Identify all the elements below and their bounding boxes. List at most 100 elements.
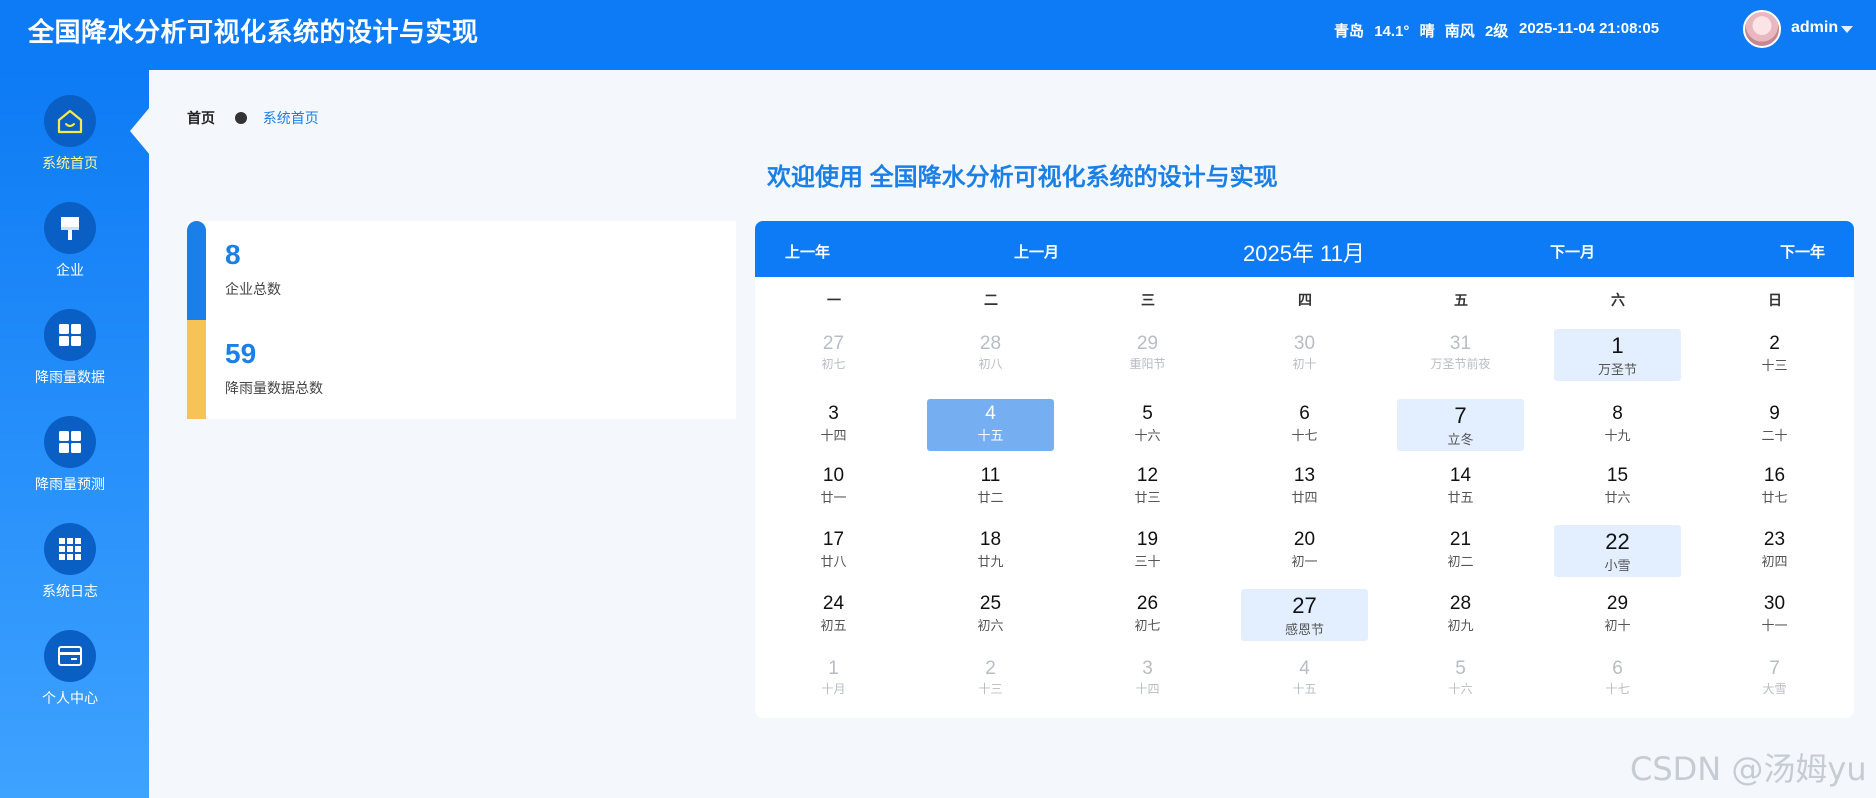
stat-accent-bar xyxy=(187,320,206,419)
day-number: 3 xyxy=(1142,658,1153,679)
day-lunar-label: 十七 xyxy=(1291,428,1318,443)
sidebar-item-rainfall-forecast[interactable]: 降雨量预测 xyxy=(0,416,140,494)
calendar-day[interactable]: 9 二十 xyxy=(1711,399,1838,451)
app-title: 全国降水分析可视化系统的设计与实现 xyxy=(28,17,479,47)
weekday-header: 三 xyxy=(1141,292,1155,308)
calendar-day-holiday[interactable]: 1 万圣节 xyxy=(1554,329,1681,381)
calendar-day[interactable]: 30 初十 xyxy=(1241,329,1368,381)
calendar-day[interactable]: 13 廿四 xyxy=(1241,461,1368,513)
day-number: 14 xyxy=(1449,465,1472,486)
day-lunar-label: 十三 xyxy=(1761,358,1788,373)
sidebar-item-label: 企业 xyxy=(56,262,84,278)
calendar-day[interactable]: 8 十九 xyxy=(1554,399,1681,451)
calendar-day[interactable]: 19 三十 xyxy=(1084,525,1211,577)
day-number: 16 xyxy=(1763,465,1786,486)
sidebar-item-home[interactable]: 系统首页 xyxy=(0,95,140,173)
calendar-day[interactable]: 11 廿二 xyxy=(927,461,1054,513)
day-lunar-label: 初一 xyxy=(1291,554,1318,569)
day-lunar-label: 廿八 xyxy=(820,554,847,569)
prev-month-button[interactable]: 上一月 xyxy=(1014,241,1059,262)
rainfall-count: 59 xyxy=(225,338,257,369)
caret-down-icon[interactable] xyxy=(1841,26,1853,33)
next-month-button[interactable]: 下一月 xyxy=(1550,241,1595,262)
next-year-button[interactable]: 下一年 xyxy=(1780,241,1825,262)
calendar-header: 上一年 上一月 2025年 11月 下一月 下一年 xyxy=(755,221,1854,277)
calendar-day[interactable]: 28 初九 xyxy=(1397,589,1524,641)
calendar-day[interactable]: 3 十四 xyxy=(770,399,897,451)
calendar-day[interactable]: 2 十三 xyxy=(1711,329,1838,381)
calendar-day[interactable]: 26 初七 xyxy=(1084,589,1211,641)
calendar-day[interactable]: 15 廿六 xyxy=(1554,461,1681,513)
day-lunar-label: 十月 xyxy=(821,682,846,696)
day-lunar-label: 廿三 xyxy=(1134,490,1161,505)
calendar-day[interactable]: 27 初七 xyxy=(770,329,897,381)
sidebar-item-enterprise[interactable]: 企业 xyxy=(0,202,140,280)
day-lunar-label: 十五 xyxy=(977,428,1004,443)
calendar-day[interactable]: 23 初四 xyxy=(1711,525,1838,577)
calendar-day[interactable]: 18 廿九 xyxy=(927,525,1054,577)
calendar-day[interactable]: 5 十六 xyxy=(1084,399,1211,451)
calendar-day-holiday[interactable]: 22 小雪 xyxy=(1554,525,1681,577)
breadcrumb-home[interactable]: 首页 xyxy=(187,110,215,126)
sidebar-item-profile[interactable]: 个人中心 xyxy=(0,630,140,708)
calendar-day[interactable]: 14 廿五 xyxy=(1397,461,1524,513)
day-number: 23 xyxy=(1763,529,1786,550)
calendar-day[interactable]: 31 万圣节前夜 xyxy=(1397,329,1524,381)
calendar-day[interactable]: 3 十四 xyxy=(1084,654,1211,706)
day-number: 29 xyxy=(1136,333,1159,354)
calendar-day[interactable]: 30 十一 xyxy=(1711,589,1838,641)
day-lunar-label: 立冬 xyxy=(1447,432,1474,447)
calendar-day[interactable]: 25 初六 xyxy=(927,589,1054,641)
weather-temp: 14.1° xyxy=(1374,23,1410,40)
calendar-day[interactable]: 1 十月 xyxy=(770,654,897,706)
day-lunar-label: 廿一 xyxy=(820,490,847,505)
user-avatar[interactable] xyxy=(1743,10,1781,48)
calendar-day[interactable]: 17 廿八 xyxy=(770,525,897,577)
weather-city: 青岛 xyxy=(1334,23,1365,40)
calendar-day[interactable]: 24 初五 xyxy=(770,589,897,641)
calendar-day-holiday[interactable]: 7 立冬 xyxy=(1397,399,1524,451)
calendar-day[interactable]: 6 十七 xyxy=(1241,399,1368,451)
day-lunar-label: 三十 xyxy=(1134,554,1161,569)
calendar-day-selected[interactable]: 4 十五 xyxy=(927,399,1054,451)
day-number: 4 xyxy=(1299,658,1310,679)
calendar-day[interactable]: 7 大雪 xyxy=(1711,654,1838,706)
breadcrumb-current[interactable]: 系统首页 xyxy=(263,110,319,126)
day-number: 12 xyxy=(1136,465,1159,486)
calendar-day[interactable]: 4 十五 xyxy=(1241,654,1368,706)
sidebar-item-system-log[interactable]: 系统日志 xyxy=(0,523,140,601)
weekday-header: 日 xyxy=(1768,292,1782,308)
sidebar-item-label: 降雨量预测 xyxy=(35,476,105,492)
day-lunar-label: 大雪 xyxy=(1762,682,1787,696)
day-number: 25 xyxy=(979,593,1002,614)
calendar-day[interactable]: 29 重阳节 xyxy=(1084,329,1211,381)
day-number: 3 xyxy=(828,403,839,424)
calendar-day[interactable]: 29 初十 xyxy=(1554,589,1681,641)
username-dropdown[interactable]: admin xyxy=(1791,19,1838,37)
calendar-day[interactable]: 12 廿三 xyxy=(1084,461,1211,513)
calendar-day[interactable]: 6 十七 xyxy=(1554,654,1681,706)
calendar-day[interactable]: 16 廿七 xyxy=(1711,461,1838,513)
enterprise-count: 8 xyxy=(225,239,241,270)
rainfall-count-label: 降雨量数据总数 xyxy=(225,380,323,396)
day-number: 9 xyxy=(1769,403,1780,424)
calendar-day[interactable]: 5 十六 xyxy=(1397,654,1524,706)
weather-info: 青岛 14.1° 晴 南风 2级 xyxy=(1334,20,1514,41)
day-number: 5 xyxy=(1142,403,1153,424)
day-number: 2 xyxy=(985,658,996,679)
sidebar-item-label: 个人中心 xyxy=(42,690,98,706)
calendar-day-holiday[interactable]: 27 感恩节 xyxy=(1241,589,1368,641)
prev-year-button[interactable]: 上一年 xyxy=(785,241,830,262)
weather-level: 2级 xyxy=(1484,23,1509,40)
day-lunar-label: 十七 xyxy=(1605,682,1630,696)
sidebar-item-rainfall-data[interactable]: 降雨量数据 xyxy=(0,309,140,387)
day-lunar-label: 廿四 xyxy=(1291,490,1318,505)
day-lunar-label: 十三 xyxy=(978,682,1003,696)
day-lunar-label: 十六 xyxy=(1448,682,1473,696)
calendar-day[interactable]: 20 初一 xyxy=(1241,525,1368,577)
calendar-day[interactable]: 28 初八 xyxy=(927,329,1054,381)
calendar-day[interactable]: 21 初二 xyxy=(1397,525,1524,577)
calendar-day[interactable]: 10 廿一 xyxy=(770,461,897,513)
day-lunar-label: 十一 xyxy=(1761,618,1788,633)
calendar-day[interactable]: 2 十三 xyxy=(927,654,1054,706)
